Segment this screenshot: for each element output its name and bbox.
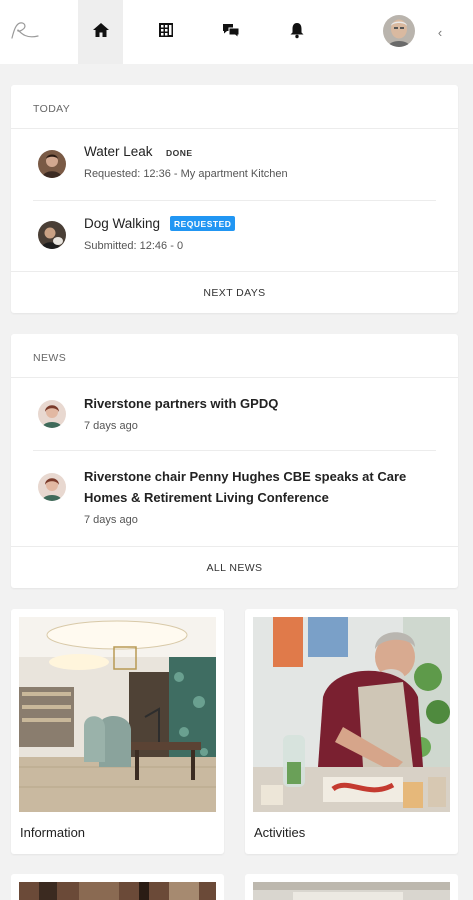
tile-label: Information <box>20 825 86 840</box>
request-title: Dog Walking <box>84 216 161 231</box>
building-icon <box>157 21 175 44</box>
nav-notifications[interactable] <box>274 0 319 64</box>
next-days-link[interactable]: NEXT DAYS <box>11 271 458 313</box>
all-news-link[interactable]: ALL NEWS <box>11 546 458 588</box>
nav-home[interactable] <box>78 0 123 64</box>
nav-chat[interactable] <box>208 0 253 64</box>
tile-partial[interactable] <box>245 874 458 900</box>
home-icon <box>92 21 110 44</box>
information-tile[interactable]: Information <box>11 609 224 854</box>
news-item[interactable]: Riverstone chair Penny Hughes CBE speaks… <box>11 451 458 544</box>
tile-partial-image <box>19 882 216 900</box>
activities-tile[interactable]: Activities <box>245 609 458 854</box>
information-image <box>19 617 216 812</box>
news-card: NEWS Riverstone partners with GPDQ 7 day… <box>11 334 458 588</box>
status-badge: REQUESTED <box>170 216 236 231</box>
chat-bubbles-icon <box>222 21 240 44</box>
news-item[interactable]: Riverstone partners with GPDQ 7 days ago <box>11 378 458 450</box>
request-item-water-leak[interactable]: Water Leak DONE Requested: 12:36 - My ap… <box>11 129 458 201</box>
user-avatar[interactable] <box>383 15 415 47</box>
status-badge: DONE <box>166 148 193 158</box>
today-heading: TODAY <box>11 85 458 129</box>
collapse-chevron-icon[interactable]: ‹ <box>432 23 448 41</box>
brand-logo[interactable] <box>8 18 42 44</box>
nav-bills[interactable] <box>143 0 188 64</box>
today-card: TODAY Water Leak DONE Requested: 12:36 -… <box>11 85 458 313</box>
news-heading: NEWS <box>11 334 458 378</box>
tile-partial-image <box>253 882 450 900</box>
request-subtitle: Submitted: 12:46 - 0 <box>84 240 184 252</box>
news-title: Riverstone chair Penny Hughes CBE speaks… <box>84 469 407 505</box>
request-avatar <box>38 150 66 178</box>
bell-icon <box>288 21 306 44</box>
news-age: 7 days ago <box>84 514 138 526</box>
news-avatar <box>38 400 66 428</box>
request-avatar <box>38 221 66 249</box>
request-item-dog-walking[interactable]: Dog Walking REQUESTED Submitted: 12:46 -… <box>11 201 458 271</box>
top-navigation-bar: ‹ <box>0 0 473 64</box>
tile-label: Activities <box>254 825 306 840</box>
request-subtitle: Requested: 12:36 - My apartment Kitchen <box>84 168 288 180</box>
news-avatar <box>38 473 66 501</box>
activities-image <box>253 617 450 812</box>
news-title: Riverstone partners with GPDQ <box>84 396 279 411</box>
tile-partial[interactable] <box>11 874 224 900</box>
request-title: Water Leak <box>84 144 153 159</box>
news-age: 7 days ago <box>84 420 138 432</box>
